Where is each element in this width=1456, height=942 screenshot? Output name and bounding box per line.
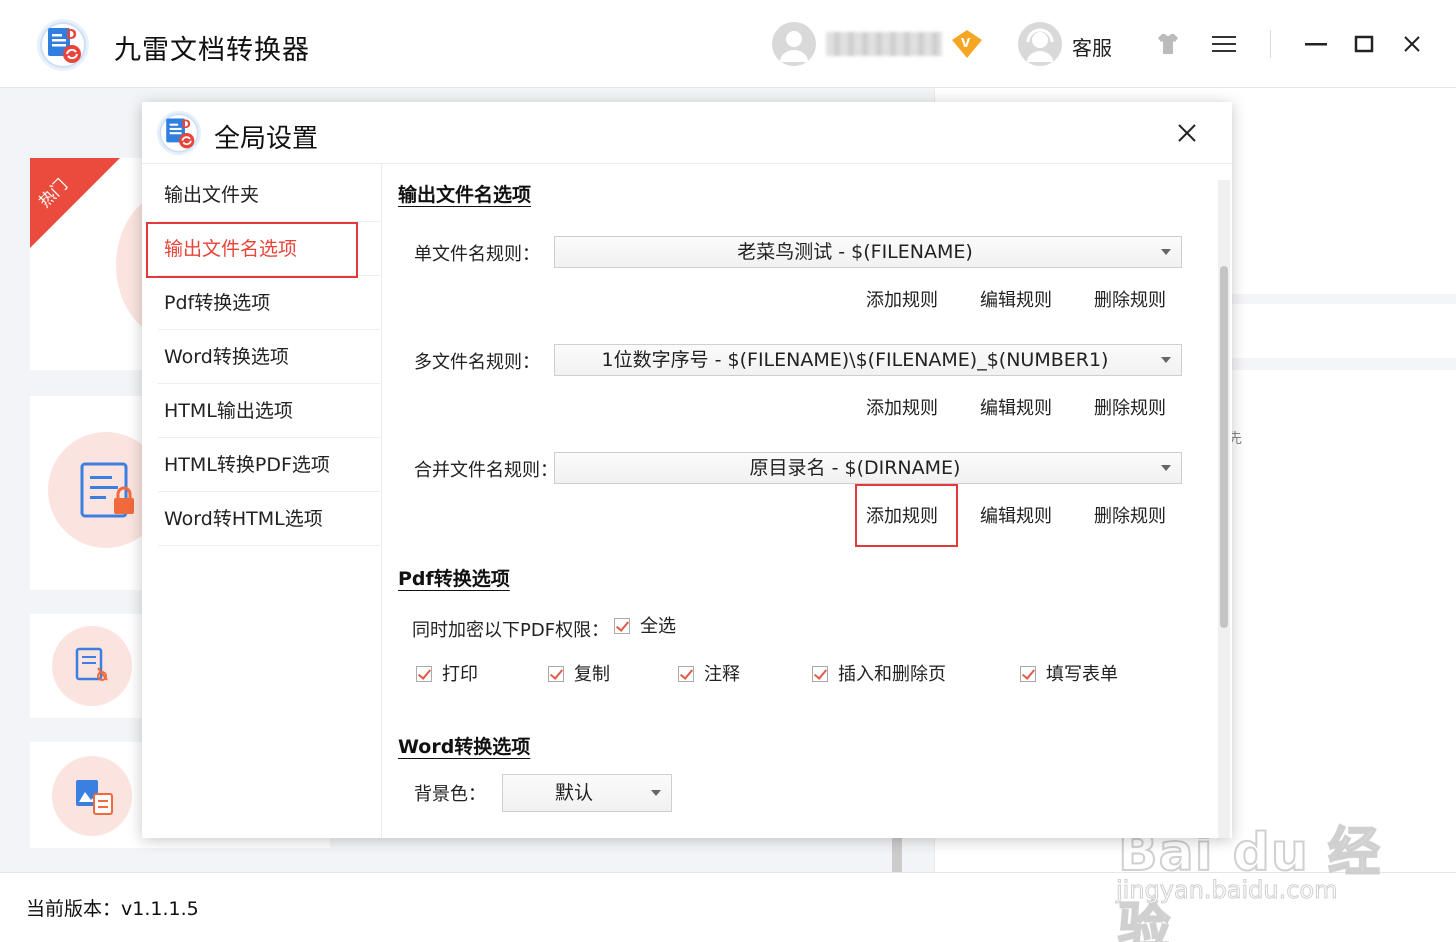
section-title-filename: 输出文件名选项 [398,184,532,206]
perm-insert-delete-checkbox[interactable]: 插入和删除页 [812,660,946,686]
doc-cut-icon [75,647,108,681]
dialog-title: 全局设置 [214,124,319,154]
settings-content: 输出文件名选项 单文件名规则： 老菜鸟测试 - $(FILENAME) 添加规则… [384,164,1216,838]
checkbox-checked-icon [1020,666,1036,682]
multi-rule-select[interactable]: 1位数字序号 - $(FILENAME)\$(FILENAME)_$(NUMBE… [554,344,1182,376]
single-rule-select[interactable]: 老菜鸟测试 - $(FILENAME) [554,236,1182,268]
perm-print-checkbox[interactable]: 打印 [416,660,478,686]
pdf-perm-label: 同时加密以下PDF权限： [412,620,610,641]
single-rule-value: 老菜鸟测试 - $(FILENAME) [737,241,973,263]
checkbox-checked-icon [812,666,828,682]
multi-delete-rule-button[interactable]: 删除规则 [1094,394,1166,420]
perm-annotate-checkbox[interactable]: 注释 [678,660,740,686]
checkbox-checked-icon [548,666,564,682]
nav-word-to-html[interactable]: Word转HTML选项 [158,492,380,546]
checkbox-checked-icon [416,666,432,682]
svg-text:D: D [66,28,77,43]
app-logo-icon: D [37,19,89,71]
merge-rule-label: 合并文件名规则： [414,460,558,481]
single-delete-rule-button[interactable]: 删除规则 [1094,286,1166,312]
perm-copy-checkbox[interactable]: 复制 [548,660,610,686]
bg-color-select[interactable]: 默认 [502,774,672,812]
multi-rule-value: 1位数字序号 - $(FILENAME)\$(FILENAME)_$(NUMBE… [601,349,1109,371]
title-bar: D 九雷文档转换器 V 客服 [0,0,1456,88]
global-settings-dialog: D 全局设置 输出文件夹 输出文件名选项 Pdf转换选项 Word转换选项 HT… [142,102,1232,838]
multi-add-rule-button[interactable]: 添加规则 [866,394,938,420]
user-avatar[interactable] [772,22,816,66]
minimize-icon[interactable] [1302,30,1330,58]
version-label: 当前版本：v1.1.1.5 [26,898,199,920]
nav-highlight-box [146,222,358,278]
scrollbar-thumb[interactable] [1220,266,1228,628]
dialog-scrollbar[interactable] [1218,180,1230,838]
chevron-down-icon [1161,465,1171,471]
perm-label: 填写表单 [1046,664,1118,685]
maximize-icon[interactable] [1350,30,1378,58]
dialog-header: D 全局设置 [142,102,1232,164]
vip-badge-icon[interactable]: V [950,28,984,60]
multi-edit-rule-button[interactable]: 编辑规则 [980,394,1052,420]
image-doc-icon [76,780,113,815]
multi-rule-label: 多文件名规则： [414,352,540,373]
bg-color-value: 默认 [555,782,594,804]
bg-color-label: 背景色： [414,784,486,805]
nav-output-folder[interactable]: 输出文件夹 [158,168,380,222]
single-edit-rule-button[interactable]: 编辑规则 [980,286,1052,312]
perm-label: 复制 [574,664,610,685]
single-add-rule-button[interactable]: 添加规则 [866,286,938,312]
hot-ribbon: 热门 [30,158,120,248]
select-all-checkbox[interactable]: 全选 [614,612,676,638]
titlebar-separator [1270,30,1271,58]
nav-pdf-options[interactable]: Pdf转换选项 [158,276,380,330]
user-icon [780,31,808,62]
perm-label: 注释 [704,664,740,685]
select-all-label: 全选 [640,616,676,637]
watermark-sub: jingyan.baidu.com [1115,876,1338,905]
user-name-blurred[interactable] [826,32,942,56]
section-title-pdf: Pdf转换选项 [398,568,510,590]
doc-lock-icon [80,462,134,518]
merge-edit-rule-button[interactable]: 编辑规则 [980,502,1052,528]
merge-rule-value: 原目录名 - $(DIRNAME) [749,457,961,479]
service-label[interactable]: 客服 [1072,32,1112,61]
nav-word-options[interactable]: Word转换选项 [158,330,380,384]
checkbox-checked-icon [678,666,694,682]
merge-delete-rule-button[interactable]: 删除规则 [1094,502,1166,528]
single-rule-label: 单文件名规则： [414,244,540,265]
nav-html-to-pdf[interactable]: HTML转换PDF选项 [158,438,380,492]
section-title-word: Word转换选项 [398,736,531,758]
dialog-close-icon[interactable] [1176,122,1198,144]
chevron-down-icon [1161,249,1171,255]
perm-label: 打印 [442,664,478,685]
close-window-icon[interactable] [1398,30,1426,58]
service-headset-icon[interactable] [1018,22,1062,66]
add-rule-highlight-box [855,484,958,547]
dialog-logo-icon: D [156,110,202,156]
svg-text:D: D [182,118,191,131]
perm-label: 插入和删除页 [838,664,946,685]
chevron-down-icon [1161,357,1171,363]
perm-fill-form-checkbox[interactable]: 填写表单 [1020,660,1118,686]
menu-icon[interactable] [1210,30,1238,58]
merge-rule-select[interactable]: 原目录名 - $(DIRNAME) [554,452,1182,484]
skin-shirt-icon[interactable] [1154,30,1182,58]
vip-letter: V [961,36,971,50]
bg-scrollbar[interactable] [892,838,902,872]
nav-html-output[interactable]: HTML输出选项 [158,384,380,438]
app-title: 九雷文档转换器 [114,35,310,66]
checkbox-checked-icon [614,618,630,634]
chevron-down-icon [651,790,661,796]
